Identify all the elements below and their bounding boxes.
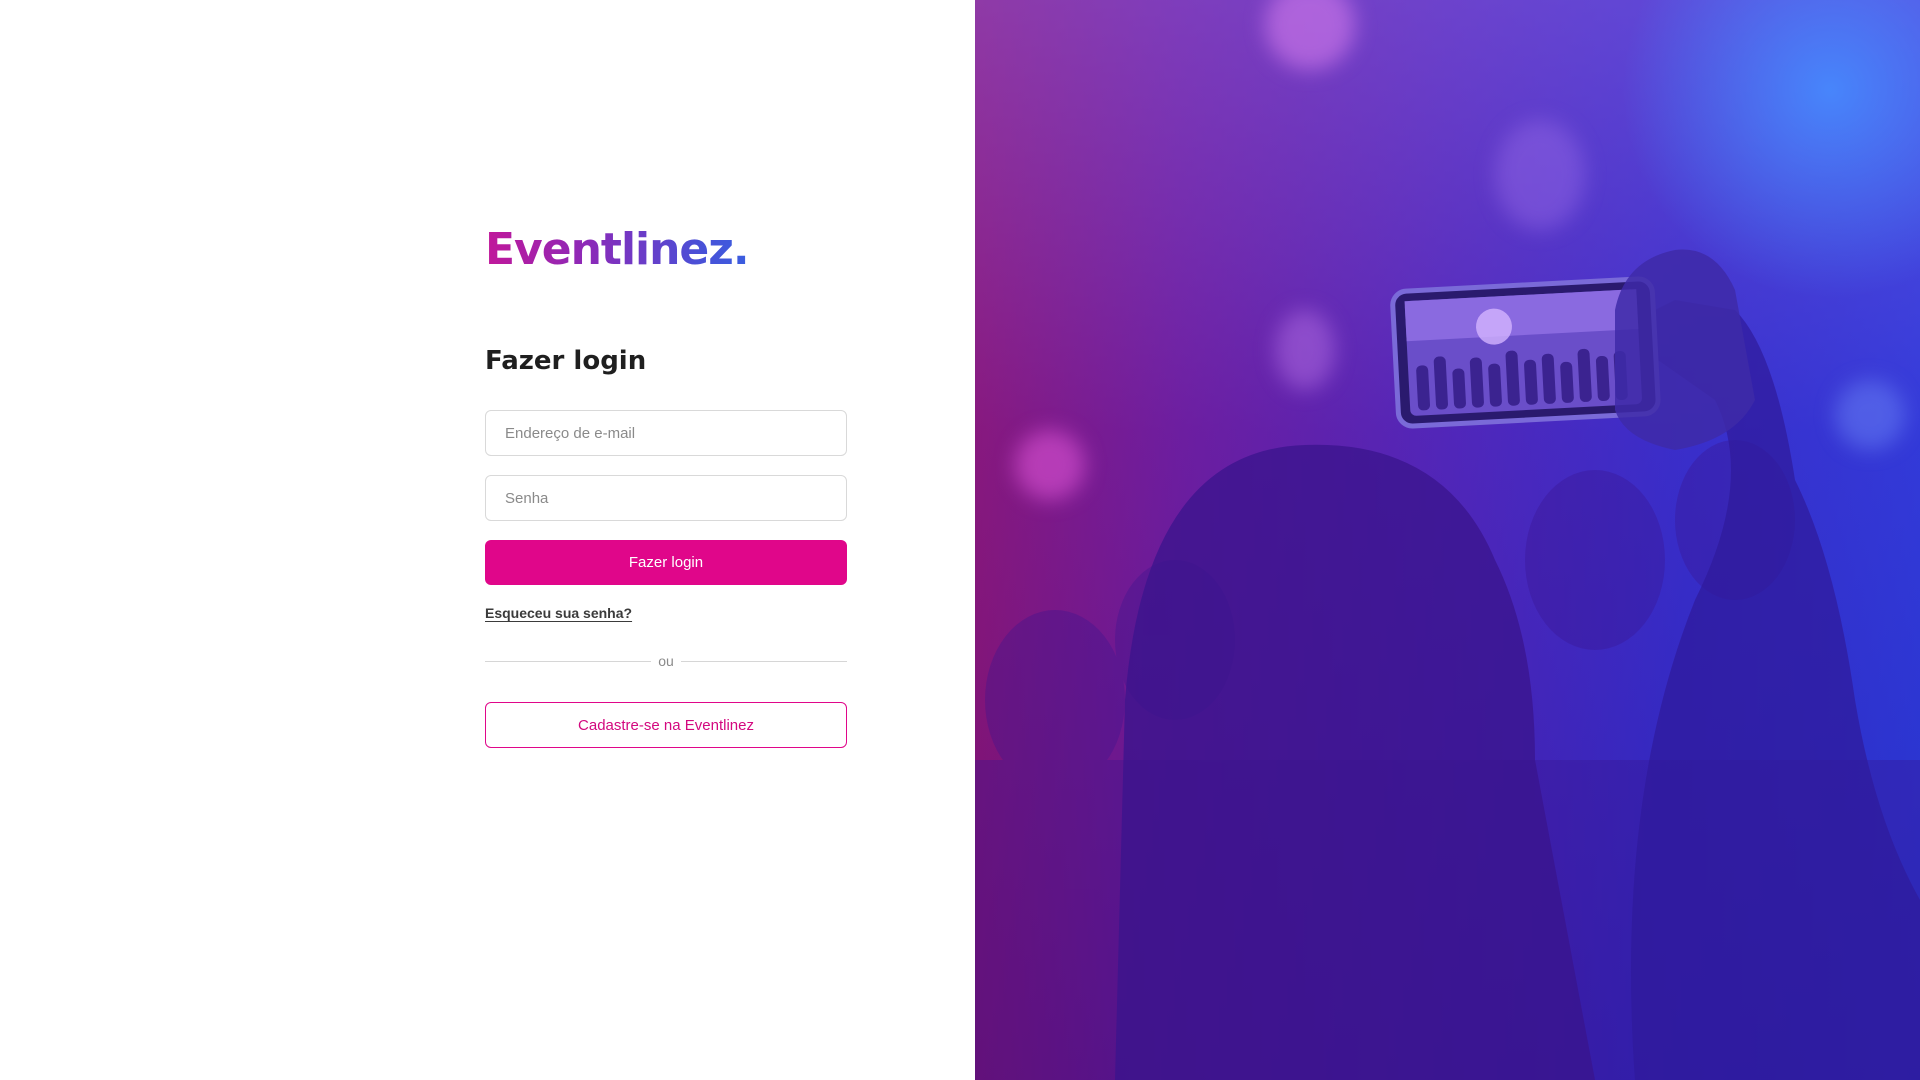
password-field[interactable]	[485, 475, 847, 521]
forgot-password-link[interactable]: Esqueceu sua senha?	[485, 605, 632, 621]
page-title: Fazer login	[485, 346, 647, 376]
email-input[interactable]	[503, 423, 829, 443]
divider-line-right	[680, 660, 848, 662]
signup-button[interactable]: Cadastre-se na Eventlinez	[485, 702, 847, 748]
hero-image	[975, 0, 1920, 1080]
divider-label: ou	[658, 653, 674, 669]
login-page: Eventlinez. Fazer login Fazer login Esqu…	[0, 0, 1920, 1080]
password-input[interactable]	[503, 488, 829, 508]
login-panel: Eventlinez. Fazer login Fazer login Esqu…	[0, 0, 975, 1080]
divider-line-left	[485, 660, 652, 662]
email-field[interactable]	[485, 410, 847, 456]
login-button[interactable]: Fazer login	[485, 540, 847, 585]
login-form-container: Eventlinez. Fazer login Fazer login Esqu…	[485, 224, 848, 748]
concert-photo	[975, 249, 1920, 1080]
brand-logo: Eventlinez.	[485, 224, 750, 275]
divider: ou	[485, 653, 848, 669]
